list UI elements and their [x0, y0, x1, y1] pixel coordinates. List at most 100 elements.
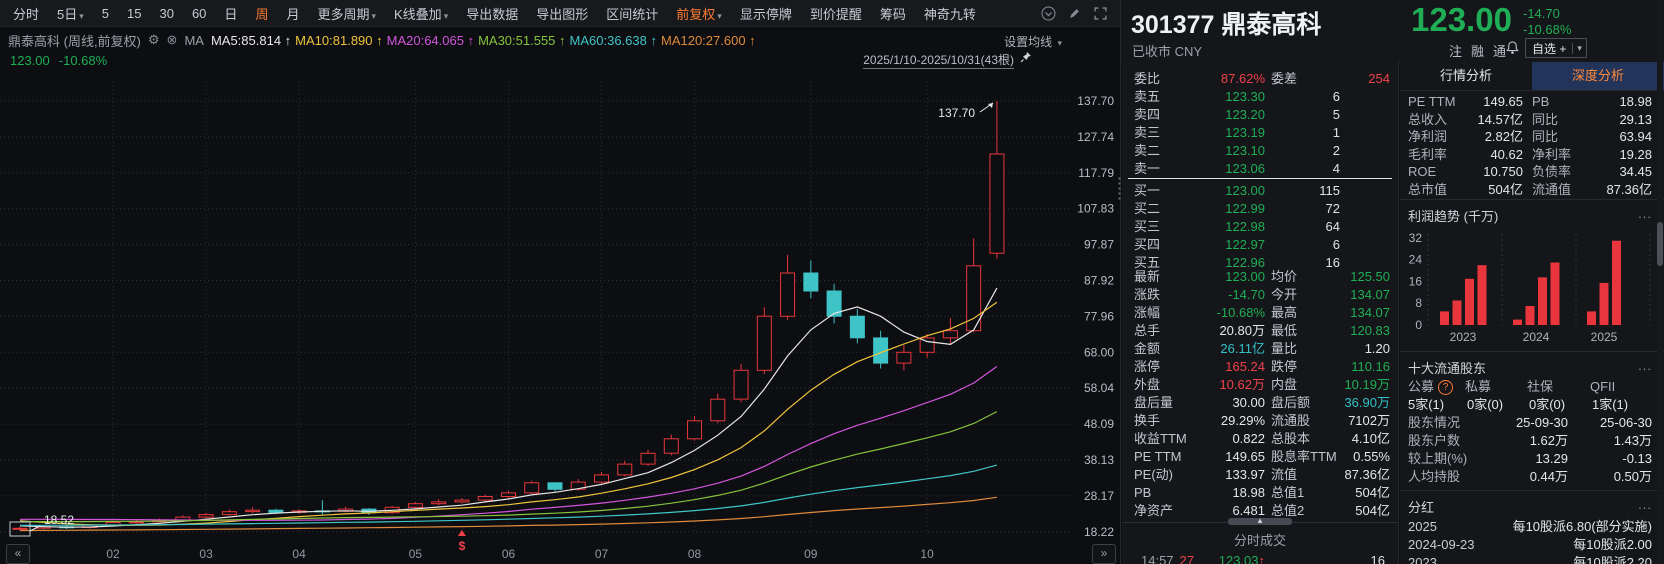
chart-price-row: 123.00 -10.68%: [10, 51, 107, 69]
stat-row: 收益TTM0.822总股本4.10亿: [1122, 430, 1398, 448]
period-toolbar: 分时5日▾5153060日周月更多周期▾K线叠加▾导出数据导出图形区间统计前复权…: [0, 0, 1120, 27]
ma-value-MA60: MA60:36.638 ↑: [570, 33, 657, 48]
ask-row[interactable]: 卖二123.102: [1122, 142, 1398, 160]
toolbar-item-周[interactable]: 周: [246, 4, 277, 23]
toolbar-item-5[interactable]: 5: [93, 6, 118, 21]
svg-text:09: 09: [804, 547, 818, 561]
ma-value-MA120: MA120:27.600 ↑: [661, 33, 756, 48]
ask-row[interactable]: 卖四123.205: [1122, 106, 1398, 124]
tab-quote-analysis[interactable]: 行情分析: [1400, 62, 1532, 90]
toolbar-item-前复权[interactable]: 前复权▾: [667, 4, 731, 23]
ma-settings-button[interactable]: 设置均线 ▾: [1004, 33, 1062, 50]
holder-type-header: 公募?私募社保QFII: [1400, 378, 1664, 396]
svg-text:32: 32: [1409, 231, 1423, 245]
ma-value-MA30: MA30:51.555 ↑: [478, 33, 565, 48]
ma-value-MA10: MA10:81.890 ↑: [295, 33, 382, 48]
tab-deep-analysis[interactable]: 深度分析: [1532, 62, 1664, 90]
toolbar-item-筹码[interactable]: 筹码: [871, 4, 915, 23]
tag-融: 融: [1471, 41, 1485, 60]
ask-row[interactable]: 卖五123.306: [1122, 88, 1398, 106]
stat-row: 换手29.29%流通股7102万: [1122, 412, 1398, 430]
financial-summary: PE TTM149.65PB18.98总收入14.57亿同比29.13净利润2.…: [1400, 93, 1664, 198]
ask-row[interactable]: 卖三123.191: [1122, 124, 1398, 142]
kline-chart[interactable]: 137.70127.74117.79107.8397.8787.9277.966…: [0, 72, 1120, 564]
alert-bell-icon[interactable]: [1505, 40, 1520, 58]
svg-text:07: 07: [595, 547, 609, 561]
bid-row[interactable]: 买二122.9972: [1122, 200, 1398, 218]
toolbar-item-K线叠加[interactable]: K线叠加▾: [385, 4, 457, 23]
dividends-more[interactable]: ...: [1638, 497, 1652, 512]
bid-levels: 买一123.00115买二122.9972买三122.9864买四122.976…: [1122, 182, 1398, 272]
ask-levels: 卖五123.306卖四123.205卖三123.191卖二123.102卖一12…: [1122, 88, 1398, 178]
chart-region: 分时5日▾5153060日周月更多周期▾K线叠加▾导出数据导出图形区间统计前复权…: [0, 0, 1121, 564]
analysis-row: PE TTM149.65PB18.98: [1400, 93, 1664, 111]
gear-icon[interactable]: ⚙: [148, 32, 160, 48]
toolbar-item-日[interactable]: 日: [215, 4, 246, 23]
ma-value-MA20: MA20:64.065 ↑: [387, 33, 474, 48]
stat-row: 盘后量30.00盘后额36.90万: [1122, 394, 1398, 412]
fullscreen-icon[interactable]: [1092, 5, 1108, 21]
svg-text:16: 16: [1409, 274, 1423, 288]
svg-text:10: 10: [920, 547, 934, 561]
svg-text:127.74: 127.74: [1077, 130, 1114, 144]
scroll-right-button[interactable]: »: [1092, 544, 1116, 564]
pin-icon[interactable]: [1020, 51, 1032, 66]
svg-text:107.83: 107.83: [1077, 202, 1114, 216]
svg-text:8: 8: [1415, 296, 1422, 310]
toolbar-item-导出图形[interactable]: 导出图形: [527, 4, 597, 23]
stat-row: PE TTM149.65股息率TTM0.55%: [1122, 448, 1398, 466]
svg-text:28.17: 28.17: [1084, 489, 1114, 503]
collapse-circle-icon[interactable]: [1040, 5, 1056, 21]
toolbar-item-月[interactable]: 月: [277, 4, 308, 23]
panel-resize-grip[interactable]: [1118, 176, 1121, 202]
date-range-link[interactable]: 2025/1/10-2025/10/31(43根): [863, 51, 1014, 69]
holders-more[interactable]: ...: [1638, 358, 1652, 373]
stat-row: 最新123.00均价125.50: [1122, 268, 1398, 286]
bid-row[interactable]: 买四122.976: [1122, 236, 1398, 254]
edit-icon[interactable]: [1066, 5, 1082, 21]
bid-row[interactable]: 买一123.00115: [1122, 182, 1398, 200]
dividend-row: 2025每10股派6.80(部分实施): [1400, 518, 1664, 536]
toolbar-item-区间统计[interactable]: 区间统计: [597, 4, 667, 23]
toolbar-item-60[interactable]: 60: [183, 6, 215, 21]
profit-trend-more[interactable]: ...: [1638, 206, 1652, 221]
weicha-label: 委差: [1271, 70, 1297, 88]
scrollbar-track[interactable]: [1657, 0, 1663, 564]
svg-text:38.13: 38.13: [1084, 453, 1114, 467]
stat-row: PB18.98总值1504亿: [1122, 484, 1398, 502]
svg-text:0: 0: [1415, 318, 1422, 332]
toolbar-item-分时[interactable]: 分时: [4, 4, 48, 23]
ask-row[interactable]: 卖一123.064: [1122, 160, 1398, 178]
tape-title: 分时成交: [1122, 530, 1398, 549]
holder-row: 股东户数1.62万1.43万: [1400, 432, 1664, 450]
toolbar-item-30[interactable]: 30: [150, 6, 182, 21]
scroll-left-button[interactable]: «: [6, 544, 30, 564]
analysis-row: ROE10.750负债率34.45: [1400, 163, 1664, 181]
svg-text:68.00: 68.00: [1084, 345, 1114, 359]
close-circle-icon[interactable]: ⊗: [167, 32, 178, 48]
stock-terminal: 分时5日▾5153060日周月更多周期▾K线叠加▾导出数据导出图形区间统计前复权…: [0, 0, 1664, 564]
analysis-panel: 行情分析 深度分析 PE TTM149.65PB18.98总收入14.57亿同比…: [1400, 62, 1664, 564]
market-status: 已收市 CNY: [1132, 41, 1202, 60]
order-book-panel: 委比 87.62% 委差 254 卖五123.306卖四123.205卖三123…: [1122, 62, 1399, 564]
toolbar-item-显示停牌[interactable]: 显示停牌: [731, 4, 801, 23]
toolbar-item-更多周期[interactable]: 更多周期▾: [308, 4, 385, 23]
weicha-value: 254: [1368, 70, 1390, 88]
holders-title: 十大流通股东: [1408, 358, 1486, 377]
svg-text:97.87: 97.87: [1084, 238, 1114, 252]
tape-drag-handle[interactable]: ▲: [1228, 518, 1292, 525]
ma-label: MA: [184, 33, 204, 48]
toolbar-item-导出数据[interactable]: 导出数据: [457, 4, 527, 23]
add-watchlist-button[interactable]: 自选 +▾: [1525, 38, 1587, 58]
bid-row[interactable]: 买三122.9864: [1122, 218, 1398, 236]
svg-text:2023: 2023: [1450, 330, 1477, 344]
svg-text:77.96: 77.96: [1084, 309, 1114, 323]
chart-last-price: 123.00: [10, 53, 50, 68]
toolbar-item-神奇九转[interactable]: 神奇九转: [915, 4, 985, 23]
toolbar-item-15[interactable]: 15: [118, 6, 150, 21]
toolbar-item-到价提醒[interactable]: 到价提醒: [801, 4, 871, 23]
scrollbar-thumb[interactable]: [1657, 222, 1663, 266]
toolbar-item-5日[interactable]: 5日▾: [48, 4, 93, 23]
profit-trend-chart[interactable]: 32241680202320242025: [1400, 228, 1664, 352]
help-icon[interactable]: ?: [1438, 380, 1453, 395]
